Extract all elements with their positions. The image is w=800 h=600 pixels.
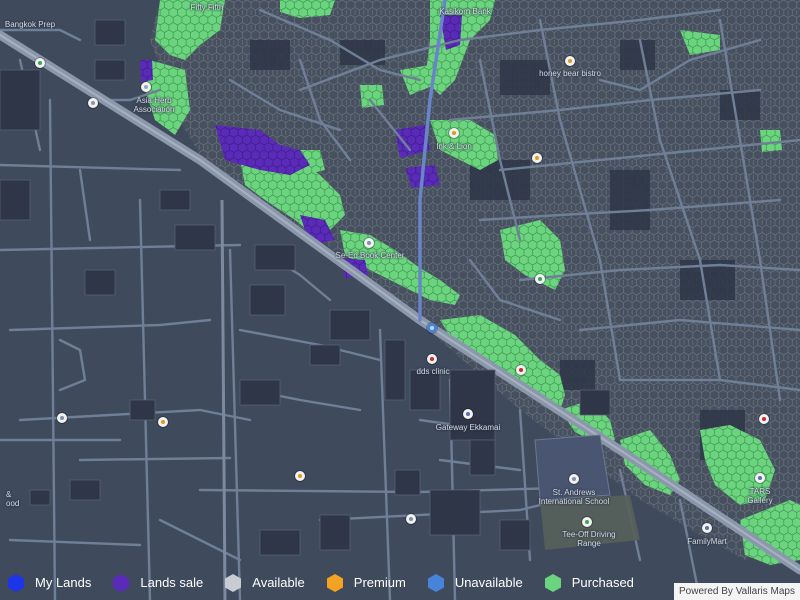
legend-item-unavailable[interactable]: Unavailable: [426, 566, 523, 600]
fork-knife-icon[interactable]: [532, 153, 542, 163]
location-marker-icon[interactable]: [427, 323, 437, 333]
golf-icon[interactable]: [582, 517, 592, 527]
legend-label: Premium: [353, 575, 406, 590]
hexagon-icon: [225, 574, 242, 592]
school-icon[interactable]: [569, 474, 579, 484]
map-view[interactable]: Bangkok Prep Fifty Fifth Kasikorn Bank h…: [0, 0, 800, 600]
legend-item-premium[interactable]: Premium: [325, 566, 406, 600]
legend-label: My Lands: [35, 575, 92, 590]
hexagon-icon: [8, 574, 24, 592]
restaurant-icon[interactable]: [449, 128, 459, 138]
clinic-icon[interactable]: [427, 354, 437, 364]
camp-icon[interactable]: [535, 274, 545, 284]
gov-icon[interactable]: [88, 98, 98, 108]
st-andrews-campus: [534, 434, 611, 501]
school-icon[interactable]: [35, 58, 45, 68]
hexagon-icon: [113, 574, 130, 592]
bookstore-icon[interactable]: [364, 238, 374, 248]
association-icon[interactable]: [141, 82, 151, 92]
legend-label: Purchased: [571, 575, 634, 590]
map-legend: My Lands Lands sale Available Premium Un…: [0, 566, 680, 600]
legend-label: Unavailable: [454, 575, 523, 590]
flag-icon[interactable]: [158, 417, 168, 427]
hexagon-icon: [326, 574, 343, 592]
map-attribution[interactable]: Powered By Vallaris Maps: [674, 583, 800, 600]
hexagon-icon: [544, 574, 561, 592]
shopping-icon[interactable]: [406, 514, 416, 524]
school-icon[interactable]: [57, 413, 67, 423]
map-canvas[interactable]: [0, 0, 800, 600]
legend-item-purchased[interactable]: Purchased: [543, 566, 634, 600]
legend-item-my-lands[interactable]: My Lands: [6, 566, 91, 600]
legend-item-lands-sale[interactable]: Lands sale: [111, 566, 203, 600]
convenience-store-icon[interactable]: [702, 523, 712, 533]
shopping-icon[interactable]: [463, 409, 473, 419]
restaurant-icon[interactable]: [565, 56, 575, 66]
fork-knife-icon[interactable]: [295, 471, 305, 481]
legend-label: Available: [252, 575, 305, 590]
hexagon-icon: [427, 574, 444, 592]
legend-item-available[interactable]: Available: [223, 566, 305, 600]
hospital-icon[interactable]: [516, 365, 526, 375]
gallery-icon[interactable]: [755, 473, 765, 483]
hospital-icon[interactable]: [759, 414, 769, 424]
legend-label: Lands sale: [140, 575, 204, 590]
